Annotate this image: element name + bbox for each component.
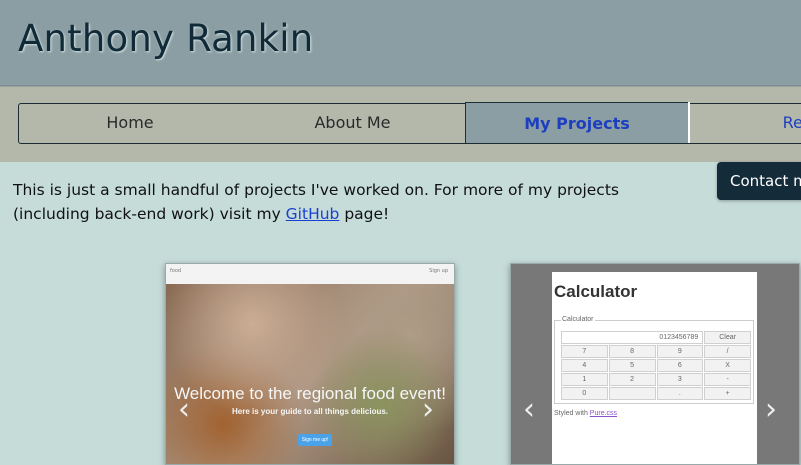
preview-signup-button: Sign me up! [298, 434, 332, 446]
calculator-key: 2 [608, 373, 656, 386]
project-carousel-food-event: food Sign up Welcome to the regional foo… [165, 263, 455, 465]
preview-nav-link: Sign up [429, 268, 448, 274]
chevron-right-icon[interactable]: › [765, 392, 777, 427]
calculator-clear-key: Clear [704, 331, 751, 344]
site-title: Anthony Rankin [18, 17, 314, 60]
calculator-credit: Styled with Pure.css [554, 410, 617, 417]
calculator-key: 5 [608, 359, 656, 372]
calculator-key: - [704, 373, 751, 386]
calculator-key: . [656, 387, 704, 400]
calculator-key: 7 [561, 345, 608, 358]
tab-about-me[interactable]: About Me [241, 104, 464, 142]
calculator-preview: Calculator Calculator 0123456789 Clear 7… [552, 272, 757, 464]
calculator-title: Calculator [554, 282, 638, 301]
calculator-key: 4 [561, 359, 608, 372]
projects-intro: This is just a small handful of projects… [13, 178, 673, 226]
chevron-left-icon[interactable]: ‹ [523, 392, 535, 427]
calculator-key: X [704, 359, 751, 372]
tab-resume[interactable]: Resu [690, 104, 801, 142]
calculator-key: 8 [608, 345, 656, 358]
github-link[interactable]: GitHub [286, 205, 340, 223]
calculator-key: + [704, 387, 751, 400]
intro-text-end: page! [339, 205, 390, 223]
purecss-link: Pure.css [589, 410, 618, 417]
calculator-key: 1 [561, 373, 608, 386]
calculator-key [608, 387, 656, 400]
preview-subheading: Here is your guide to all things delicio… [231, 407, 389, 416]
navbar: Home About Me My Projects Resu [0, 86, 801, 162]
calculator-key: 9 [656, 345, 704, 358]
preview-navbar: food Sign up [166, 264, 454, 284]
calculator-key: / [704, 345, 751, 358]
calculator-key: 0 [561, 387, 608, 400]
calculator-key: 3 [656, 373, 704, 386]
chevron-left-icon[interactable]: ‹ [178, 392, 190, 427]
preview-heading: Welcome to the regional food event! [174, 384, 446, 403]
project-carousel-calculator: Calculator Calculator 0123456789 Clear 7… [510, 263, 800, 465]
calculator-key: 6 [656, 359, 704, 372]
credit-text: Styled with [554, 410, 590, 417]
calculator-display: 0123456789 [561, 331, 704, 344]
preview-brand: food [170, 268, 182, 274]
calculator-legend: Calculator [561, 316, 595, 323]
calculator-keypad: 0123456789 Clear 7 8 9 / 4 5 6 X 1 2 3 -… [561, 331, 751, 400]
tab-my-projects[interactable]: My Projects [465, 102, 689, 143]
tab-home[interactable]: Home [19, 104, 241, 142]
calculator-fieldset: Calculator 0123456789 Clear 7 8 9 / 4 5 … [554, 316, 754, 404]
nav-tabs: Home About Me My Projects Resu [18, 102, 801, 144]
site-header: Anthony Rankin [0, 0, 801, 86]
chevron-right-icon[interactable]: › [422, 392, 434, 427]
contact-button[interactable]: Contact m [717, 162, 801, 200]
